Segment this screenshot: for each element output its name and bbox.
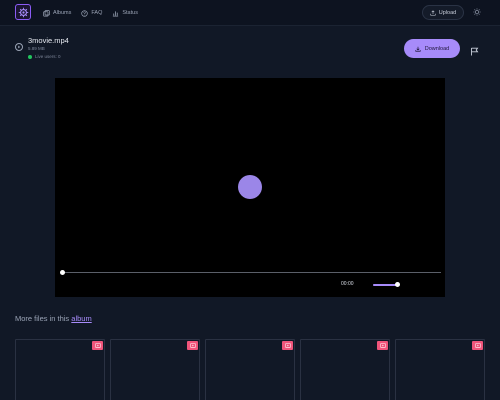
nav-faq[interactable]: FAQ [81, 9, 103, 17]
progress-bar[interactable] [62, 272, 441, 273]
faq-icon [81, 9, 88, 17]
nav-albums-label: Albums [53, 10, 72, 16]
nav-status[interactable]: Status [112, 10, 138, 17]
nav-status-label: Status [122, 10, 138, 16]
file-card[interactable] [395, 339, 485, 400]
live-users-indicator: Live users: 0 [28, 54, 61, 59]
download-icon [415, 46, 421, 52]
top-navigation-bar: Albums FAQ Status Upload [0, 0, 500, 26]
volume-level [373, 284, 397, 286]
video-icon [472, 341, 483, 350]
sun-icon [473, 8, 481, 16]
volume-handle[interactable] [395, 282, 400, 287]
upload-label: Upload [438, 9, 457, 16]
report-button[interactable] [470, 43, 479, 56]
file-name: 3movie.mp4 [28, 36, 69, 45]
video-icon [282, 341, 293, 350]
more-files-prefix: More files in this [15, 314, 70, 323]
file-card[interactable] [110, 339, 200, 400]
live-status-dot [28, 54, 32, 59]
file-card[interactable] [205, 339, 295, 400]
album-link[interactable]: album [71, 314, 91, 323]
play-button[interactable] [238, 175, 262, 199]
video-icon [377, 341, 388, 350]
logo-icon[interactable] [15, 4, 31, 20]
video-icon [92, 341, 103, 350]
file-card[interactable] [300, 339, 390, 400]
nav-albums[interactable]: Albums [43, 9, 72, 17]
download-label: Download [424, 45, 450, 52]
upload-icon [430, 9, 436, 16]
video-type-icon [15, 43, 23, 51]
more-files-heading: More files in this album [15, 314, 92, 323]
theme-toggle-button[interactable] [471, 6, 483, 18]
file-card[interactable] [15, 339, 105, 400]
flag-icon [471, 47, 479, 56]
progress-handle[interactable] [60, 270, 65, 275]
file-size: 5.89 MB [28, 46, 45, 51]
live-users-label: Live users: 0 [35, 54, 61, 59]
video-icon [187, 341, 198, 350]
current-time: 00:00 [341, 281, 354, 287]
download-button[interactable]: Download [404, 39, 460, 58]
status-icon [113, 10, 119, 16]
main-nav: Albums FAQ Status [43, 0, 138, 26]
albums-icon [43, 9, 50, 16]
video-player[interactable]: 00:00 [55, 78, 445, 297]
upload-button[interactable]: Upload [422, 5, 464, 20]
nav-faq-label: FAQ [91, 10, 103, 16]
